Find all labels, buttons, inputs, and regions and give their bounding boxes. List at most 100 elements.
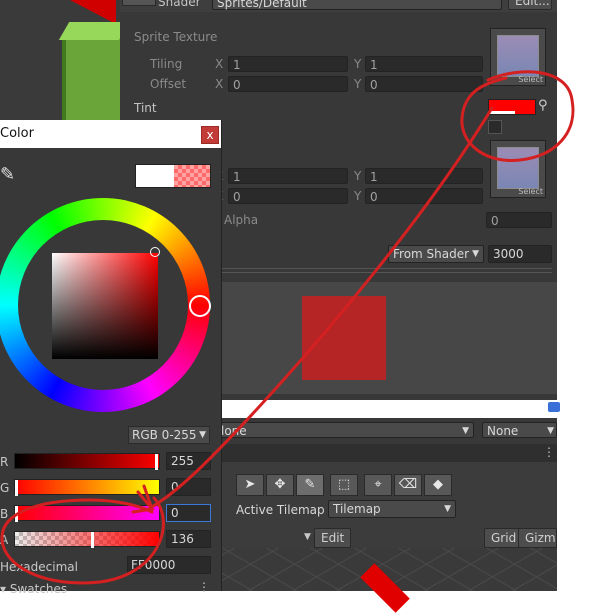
texture-select-label[interactable]: Select — [518, 75, 543, 84]
new-color-swatch — [174, 165, 210, 187]
g-value-field[interactable]: 0 — [166, 478, 211, 496]
texture-preview — [497, 35, 539, 77]
scene-view[interactable] — [0, 0, 120, 130]
paint-brush-button[interactable]: ✎ — [296, 474, 324, 496]
g-label: G — [0, 481, 10, 495]
chevron-down-icon: ▼ — [547, 426, 554, 436]
scene-red-sprite — [70, 0, 116, 24]
eraser-tool-button[interactable]: ⌫ — [394, 474, 422, 496]
color-picker-titlebar[interactable]: Color x — [0, 120, 221, 148]
r-slider-knob[interactable] — [155, 454, 158, 470]
fill-tool-button[interactable]: ◆ — [424, 474, 452, 496]
tint-color-swatch[interactable] — [488, 99, 536, 115]
shader-dropdown[interactable]: Sprites/Default — [212, 0, 502, 10]
offset2-y-label: Y — [354, 189, 362, 203]
tint-label: Tint — [134, 101, 157, 115]
offset-label: Offset — [150, 77, 187, 91]
b-slider-knob[interactable] — [15, 506, 18, 522]
active-tilemap-label: Active Tilemap — [236, 503, 325, 517]
render-queue-field[interactable]: 3000 — [488, 245, 552, 263]
render-queue-dropdown[interactable]: From Shader ▼ — [388, 245, 484, 263]
sprite-texture-label: Sprite Texture — [134, 30, 218, 44]
hexadecimal-field[interactable]: FF0000 — [127, 556, 211, 574]
select-tool-button[interactable]: ➤ — [236, 474, 264, 496]
chevron-down-icon: ▼ — [444, 504, 451, 514]
tiling-label: Tiling — [150, 57, 183, 71]
palette-dropdown[interactable]: lone ▼ — [216, 422, 474, 438]
preview-red-square — [302, 296, 386, 380]
chevron-down-icon: ▼ — [472, 249, 479, 259]
g-slider-knob[interactable] — [15, 480, 18, 496]
r-value-field[interactable]: 255 — [166, 452, 211, 470]
box-fill-button[interactable]: ⬚ — [330, 474, 358, 496]
tiling2-y-field[interactable]: 1 — [365, 168, 483, 184]
color-picker-title: Color — [0, 126, 34, 141]
offset-x-field[interactable]: 0 — [228, 76, 348, 92]
chevron-down-icon: ▼ — [462, 426, 469, 436]
alpha-label: Alpha — [224, 213, 259, 227]
shader-row: Shader Sprites/Default Edit... — [120, 0, 557, 12]
g-slider[interactable] — [14, 479, 160, 496]
shader-edit-button[interactable]: Edit... — [508, 0, 552, 10]
hue-handle[interactable] — [189, 295, 211, 317]
offset2-x-field[interactable]: 0 — [228, 188, 348, 204]
current-color-swatch — [136, 165, 174, 187]
active-tilemap-value: Tilemap — [333, 502, 381, 516]
brush-dropdown[interactable]: None ▼ — [482, 422, 557, 438]
offset2-y-field[interactable]: 0 — [365, 188, 483, 204]
edit-button[interactable]: Edit — [314, 528, 352, 548]
color-mode-dropdown[interactable]: RGB 0-255 ▼ — [128, 426, 210, 444]
tag-icon[interactable] — [548, 402, 560, 412]
a-value-field[interactable]: 136 — [166, 530, 211, 548]
offset-x-label: X — [215, 77, 224, 91]
b-value-field[interactable]: 0 — [166, 504, 211, 522]
alpha-field[interactable]: 0 — [486, 212, 552, 228]
texture-select-label-2[interactable]: Select — [518, 187, 543, 196]
tiling-x-field[interactable]: 1 — [228, 56, 348, 72]
kebab-menu-icon[interactable]: ⋮ — [543, 445, 555, 459]
texture-preview-2 — [497, 147, 539, 189]
b-label: B — [0, 507, 9, 521]
shader-toggle[interactable] — [122, 0, 156, 6]
r-label: R — [0, 455, 9, 469]
color-mode-value: RGB 0-255 — [132, 428, 197, 442]
tiling2-x-field[interactable]: 1 — [228, 168, 348, 184]
offset-y-label: Y — [354, 77, 362, 91]
color-picker-window: Color x ✎ RGB 0-255 ▼ R 255 G 0 B 0 A 13… — [0, 120, 222, 596]
eyedropper-icon[interactable]: ⚲ — [538, 98, 548, 113]
a-label: A — [0, 533, 9, 547]
tiling-x-label: X — [215, 57, 224, 71]
active-tilemap-dropdown[interactable]: Tilemap ▼ — [328, 500, 456, 518]
sv-handle[interactable] — [150, 247, 160, 257]
tiling-y-field[interactable]: 1 — [365, 56, 483, 72]
grid-red-tile — [360, 563, 410, 613]
toggle-checkbox[interactable] — [488, 120, 502, 134]
swatches-foldout[interactable]: ▾ Swatches — [0, 582, 67, 596]
offset-y-field[interactable]: 0 — [365, 76, 483, 92]
swatches-menu-icon[interactable]: ⋮ — [198, 580, 210, 594]
color-compare-swatch — [135, 164, 211, 188]
a-slider[interactable] — [14, 531, 160, 548]
eyedropper-icon[interactable]: ✎ — [0, 164, 15, 185]
a-slider-knob[interactable] — [91, 532, 94, 548]
gizmos-button[interactable]: Gizmo — [518, 528, 557, 548]
picker-tool-button[interactable]: ⌖ — [364, 474, 392, 496]
move-tool-button[interactable]: ✥ — [266, 474, 294, 496]
scene-green-tile — [62, 36, 120, 130]
close-button[interactable]: x — [201, 126, 219, 144]
brush-dropdown-value: None — [487, 424, 519, 438]
r-slider[interactable] — [14, 453, 160, 470]
chevron-down-icon: ▼ — [199, 430, 206, 440]
sprite-texture-thumbnail[interactable]: Select — [490, 28, 546, 86]
tiling2-y-label: Y — [354, 169, 362, 183]
saturation-value-square[interactable] — [52, 253, 158, 359]
chevron-down-icon[interactable]: ▼ — [304, 532, 311, 542]
tint-alpha-bar — [489, 111, 515, 114]
hexadecimal-label: Hexadecimal — [0, 560, 78, 574]
b-slider[interactable] — [14, 505, 160, 522]
render-queue-mode: From Shader — [393, 247, 470, 261]
swatches-label: Swatches — [9, 582, 68, 596]
palette-dropdown-value: lone — [221, 424, 247, 438]
second-texture-thumbnail[interactable]: Select — [490, 140, 546, 198]
shader-label: Shader — [158, 0, 201, 9]
